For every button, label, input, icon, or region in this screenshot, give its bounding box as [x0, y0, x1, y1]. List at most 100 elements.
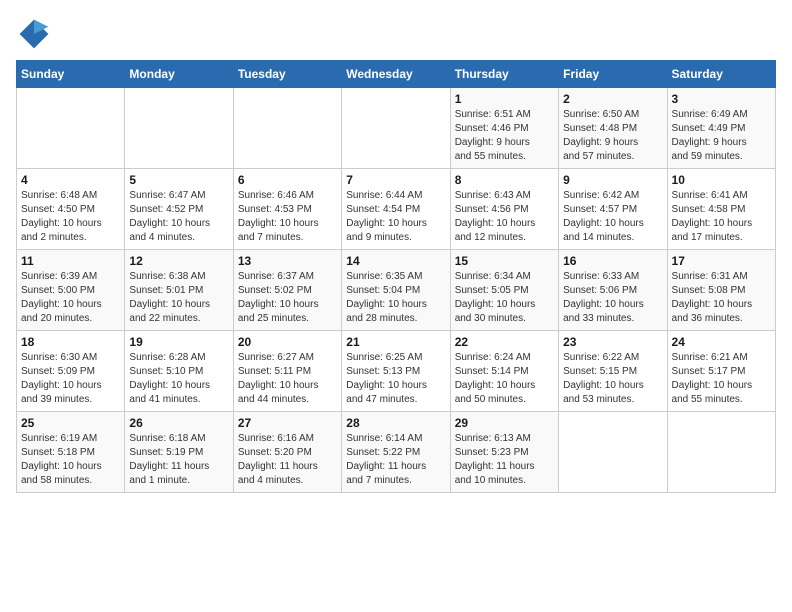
day-number: 27: [238, 416, 337, 430]
day-info: Sunrise: 6:37 AM Sunset: 5:02 PM Dayligh…: [238, 270, 337, 326]
day-number: 7: [346, 173, 445, 187]
day-cell: 14Sunrise: 6:35 AM Sunset: 5:04 PM Dayli…: [342, 250, 450, 331]
day-info: Sunrise: 6:30 AM Sunset: 5:09 PM Dayligh…: [21, 351, 120, 407]
day-number: 22: [455, 335, 554, 349]
day-number: 4: [21, 173, 120, 187]
day-info: Sunrise: 6:31 AM Sunset: 5:08 PM Dayligh…: [672, 270, 771, 326]
header-day-thursday: Thursday: [450, 61, 558, 88]
day-number: 12: [129, 254, 228, 268]
day-number: 1: [455, 92, 554, 106]
day-info: Sunrise: 6:21 AM Sunset: 5:17 PM Dayligh…: [672, 351, 771, 407]
day-cell: 1 Sunrise: 6:51 AM Sunset: 4:46 PM Daylig…: [450, 88, 558, 169]
header-day-friday: Friday: [559, 61, 667, 88]
day-cell: 23 Sunrise: 6:22 AM Sunset: 5:15 PM Dayli…: [559, 331, 667, 412]
day-info: Sunrise: 6:44 AM Sunset: 4:54 PM Dayligh…: [346, 189, 445, 245]
day-number: 23: [563, 335, 662, 349]
day-cell: [233, 88, 341, 169]
day-info: Sunrise: 6:50 AM Sunset: 4:48 PM Dayligh…: [563, 108, 662, 164]
header-day-sunday: Sunday: [17, 61, 125, 88]
logo-icon: [16, 16, 52, 52]
day-info: Sunrise: 6:34 AM Sunset: 5:05 PM Dayligh…: [455, 270, 554, 326]
header-day-saturday: Saturday: [667, 61, 775, 88]
day-cell: 18 Sunrise: 6:30 AM Sunset: 5:09 PM Dayli…: [17, 331, 125, 412]
day-info: Sunrise: 6:49 AM Sunset: 4:49 PM Dayligh…: [672, 108, 771, 164]
day-cell: 24Sunrise: 6:21 AM Sunset: 5:17 PM Dayli…: [667, 331, 775, 412]
day-cell: 22 Sunrise: 6:24 AM Sunset: 5:14 PM Dayli…: [450, 331, 558, 412]
day-info: Sunrise: 6:46 AM Sunset: 4:53 PM Dayligh…: [238, 189, 337, 245]
day-cell: 5 Sunrise: 6:47 AM Sunset: 4:52 PM Daylig…: [125, 169, 233, 250]
day-cell: [667, 412, 775, 493]
day-info: Sunrise: 6:22 AM Sunset: 5:15 PM Dayligh…: [563, 351, 662, 407]
day-cell: 17 Sunrise: 6:31 AM Sunset: 5:08 PM Dayli…: [667, 250, 775, 331]
day-cell: 9Sunrise: 6:42 AM Sunset: 4:57 PM Daylig…: [559, 169, 667, 250]
day-cell: 12 Sunrise: 6:38 AM Sunset: 5:01 PM Dayli…: [125, 250, 233, 331]
day-number: 10: [672, 173, 771, 187]
day-info: Sunrise: 6:41 AM Sunset: 4:58 PM Dayligh…: [672, 189, 771, 245]
day-cell: 4 Sunrise: 6:48 AM Sunset: 4:50 PM Daylig…: [17, 169, 125, 250]
calendar-body: 1 Sunrise: 6:51 AM Sunset: 4:46 PM Daylig…: [17, 88, 776, 493]
day-number: 26: [129, 416, 228, 430]
day-cell: [125, 88, 233, 169]
day-info: Sunrise: 6:27 AM Sunset: 5:11 PM Dayligh…: [238, 351, 337, 407]
day-info: Sunrise: 6:33 AM Sunset: 5:06 PM Dayligh…: [563, 270, 662, 326]
day-info: Sunrise: 6:24 AM Sunset: 5:14 PM Dayligh…: [455, 351, 554, 407]
day-cell: 19Sunrise: 6:28 AM Sunset: 5:10 PM Dayli…: [125, 331, 233, 412]
day-cell: 28 Sunrise: 6:14 AM Sunset: 5:22 PM Dayli…: [342, 412, 450, 493]
day-number: 16: [563, 254, 662, 268]
day-cell: [559, 412, 667, 493]
day-cell: 6 Sunrise: 6:46 AM Sunset: 4:53 PM Daylig…: [233, 169, 341, 250]
day-cell: 27 Sunrise: 6:16 AM Sunset: 5:20 PM Dayli…: [233, 412, 341, 493]
day-number: 25: [21, 416, 120, 430]
day-info: Sunrise: 6:42 AM Sunset: 4:57 PM Dayligh…: [563, 189, 662, 245]
header-day-monday: Monday: [125, 61, 233, 88]
day-cell: 11Sunrise: 6:39 AM Sunset: 5:00 PM Dayli…: [17, 250, 125, 331]
day-cell: 21Sunrise: 6:25 AM Sunset: 5:13 PM Dayli…: [342, 331, 450, 412]
calendar-table: SundayMondayTuesdayWednesdayThursdayFrid…: [16, 60, 776, 493]
day-info: Sunrise: 6:51 AM Sunset: 4:46 PM Dayligh…: [455, 108, 554, 164]
day-number: 29: [455, 416, 554, 430]
calendar-header: SundayMondayTuesdayWednesdayThursdayFrid…: [17, 61, 776, 88]
day-cell: 10 Sunrise: 6:41 AM Sunset: 4:58 PM Dayli…: [667, 169, 775, 250]
day-number: 28: [346, 416, 445, 430]
day-cell: 20 Sunrise: 6:27 AM Sunset: 5:11 PM Dayli…: [233, 331, 341, 412]
day-cell: 15Sunrise: 6:34 AM Sunset: 5:05 PM Dayli…: [450, 250, 558, 331]
day-cell: [17, 88, 125, 169]
day-info: Sunrise: 6:38 AM Sunset: 5:01 PM Dayligh…: [129, 270, 228, 326]
day-info: Sunrise: 6:25 AM Sunset: 5:13 PM Dayligh…: [346, 351, 445, 407]
page-header: [16, 16, 776, 52]
day-cell: 25 Sunrise: 6:19 AM Sunset: 5:18 PM Dayli…: [17, 412, 125, 493]
day-number: 19: [129, 335, 228, 349]
day-number: 14: [346, 254, 445, 268]
day-number: 11: [21, 254, 120, 268]
week-row-1: 4 Sunrise: 6:48 AM Sunset: 4:50 PM Daylig…: [17, 169, 776, 250]
day-number: 17: [672, 254, 771, 268]
header-day-wednesday: Wednesday: [342, 61, 450, 88]
day-info: Sunrise: 6:48 AM Sunset: 4:50 PM Dayligh…: [21, 189, 120, 245]
day-cell: 8 Sunrise: 6:43 AM Sunset: 4:56 PM Daylig…: [450, 169, 558, 250]
day-cell: 26 Sunrise: 6:18 AM Sunset: 5:19 PM Dayli…: [125, 412, 233, 493]
day-number: 20: [238, 335, 337, 349]
week-row-2: 11Sunrise: 6:39 AM Sunset: 5:00 PM Dayli…: [17, 250, 776, 331]
day-number: 8: [455, 173, 554, 187]
day-info: Sunrise: 6:47 AM Sunset: 4:52 PM Dayligh…: [129, 189, 228, 245]
day-number: 6: [238, 173, 337, 187]
day-cell: 2Sunrise: 6:50 AM Sunset: 4:48 PM Daylig…: [559, 88, 667, 169]
week-row-0: 1 Sunrise: 6:51 AM Sunset: 4:46 PM Daylig…: [17, 88, 776, 169]
day-number: 5: [129, 173, 228, 187]
day-info: Sunrise: 6:19 AM Sunset: 5:18 PM Dayligh…: [21, 432, 120, 488]
day-cell: 13 Sunrise: 6:37 AM Sunset: 5:02 PM Dayli…: [233, 250, 341, 331]
day-cell: 3 Sunrise: 6:49 AM Sunset: 4:49 PM Daylig…: [667, 88, 775, 169]
day-info: Sunrise: 6:18 AM Sunset: 5:19 PM Dayligh…: [129, 432, 228, 488]
header-day-tuesday: Tuesday: [233, 61, 341, 88]
day-info: Sunrise: 6:14 AM Sunset: 5:22 PM Dayligh…: [346, 432, 445, 488]
header-row: SundayMondayTuesdayWednesdayThursdayFrid…: [17, 61, 776, 88]
day-number: 13: [238, 254, 337, 268]
day-number: 18: [21, 335, 120, 349]
week-row-3: 18 Sunrise: 6:30 AM Sunset: 5:09 PM Dayli…: [17, 331, 776, 412]
logo: [16, 16, 56, 52]
day-cell: [342, 88, 450, 169]
day-info: Sunrise: 6:43 AM Sunset: 4:56 PM Dayligh…: [455, 189, 554, 245]
day-number: 3: [672, 92, 771, 106]
day-info: Sunrise: 6:16 AM Sunset: 5:20 PM Dayligh…: [238, 432, 337, 488]
day-cell: 7 Sunrise: 6:44 AM Sunset: 4:54 PM Daylig…: [342, 169, 450, 250]
